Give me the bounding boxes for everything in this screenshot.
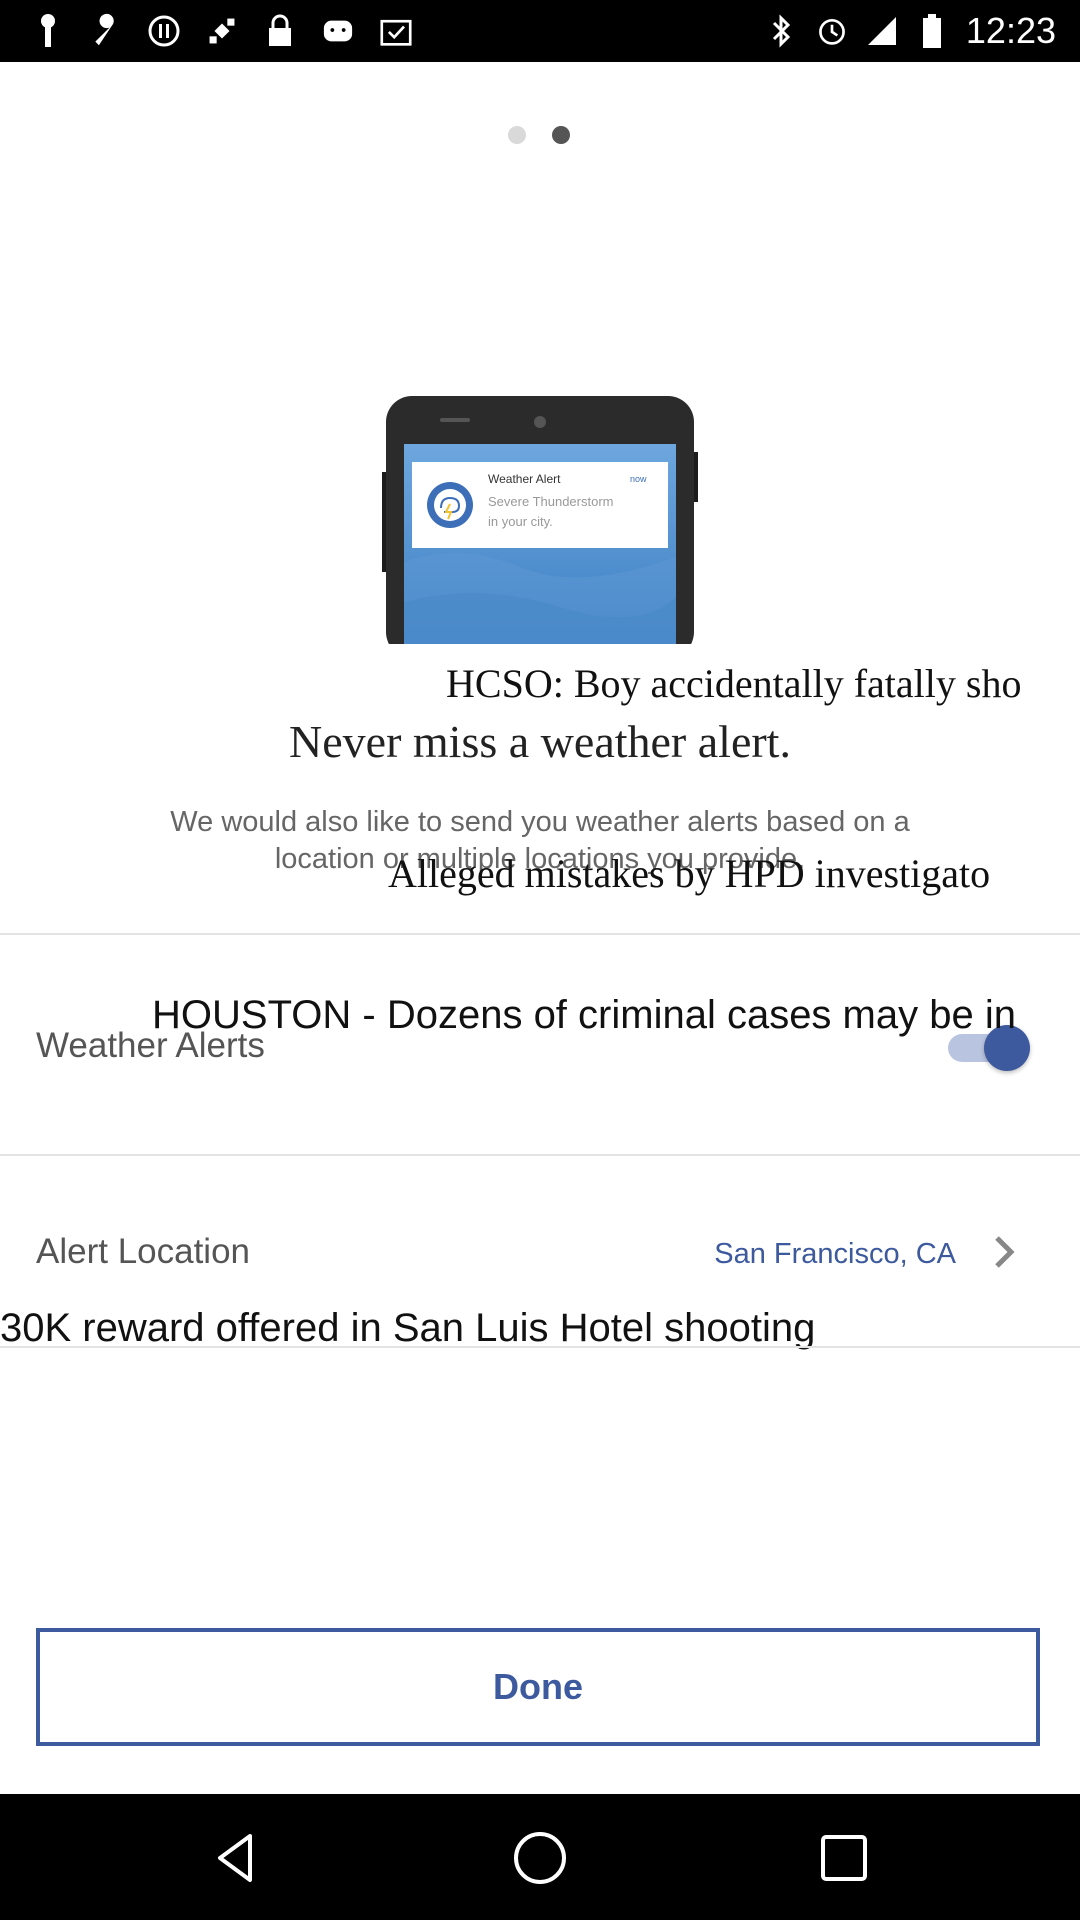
- ticker-line-1: HCSO: Boy accidentally fatally sho: [446, 661, 1022, 706]
- alert-location-value[interactable]: San Francisco, CA: [714, 1238, 956, 1271]
- divider: [0, 933, 1080, 935]
- alert-location-label: Alert Location: [36, 1232, 251, 1271]
- notification-time: now: [630, 474, 647, 484]
- ticker-line-2: Alleged mistakes by HPD investigato: [388, 851, 991, 896]
- status-time: 12:23: [965, 10, 1056, 51]
- clipboard-check-icon: [380, 12, 412, 50]
- bluetooth-icon: [766, 12, 798, 50]
- status-bar: 12:23: [0, 0, 1080, 62]
- phone-illustration: Weather Alert now Severe Thunderstorm in…: [380, 392, 700, 658]
- lock-icon: [264, 12, 296, 50]
- ticker-line-3: HOUSTON - Dozens of criminal cases may b…: [152, 993, 1016, 1037]
- key-icon: [32, 12, 64, 50]
- fake-gps-icon: [206, 12, 238, 50]
- page-title: Never miss a weather alert.: [289, 716, 791, 767]
- wrench-icon: [90, 12, 122, 50]
- notification-body-line1: Severe Thunderstorm: [488, 494, 614, 509]
- navigation-bar: [0, 1794, 1080, 1920]
- alarm-icon: [816, 12, 848, 50]
- divider: [0, 1346, 1080, 1348]
- ticker-line-4: 30K reward offered in San Luis Hotel sho…: [0, 1306, 816, 1350]
- notification-body-line2: in your city.: [488, 514, 553, 529]
- page-dot[interactable]: [508, 126, 526, 144]
- battery-icon: [916, 12, 948, 50]
- page-indicator: [508, 126, 570, 144]
- notification-title: Weather Alert: [488, 472, 561, 486]
- back-icon[interactable]: [206, 1828, 266, 1888]
- circle-pause-icon: [148, 12, 180, 50]
- chevron-right-icon[interactable]: [992, 1234, 1018, 1270]
- android-icon: [322, 12, 354, 50]
- page-dot-active[interactable]: [552, 126, 570, 144]
- home-icon[interactable]: [510, 1828, 570, 1888]
- done-button[interactable]: Done: [36, 1628, 1040, 1746]
- recents-icon[interactable]: [814, 1828, 874, 1888]
- signal-icon: [866, 12, 898, 50]
